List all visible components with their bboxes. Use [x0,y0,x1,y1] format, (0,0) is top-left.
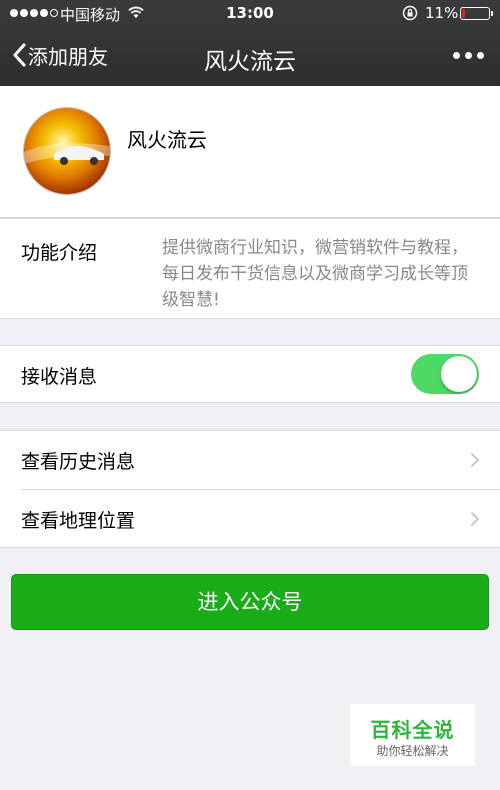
account-name: 风火流云 [127,128,207,152]
intro-section: 功能介绍 提供微商行业知识，微营销软件与教程，每日发布干货信息以及微商学习成长等… [0,218,500,319]
watermark: 百科全说 助你轻松解决 [350,704,475,766]
watermark-title: 百科全说 [370,718,455,742]
sports-car-icon [24,143,110,165]
rotation-lock-icon [402,5,418,21]
chevron-right-icon [471,512,479,526]
intro-text: 提供微商行业知识，微营销软件与教程，每日发布干货信息以及微商学习成长等顶级智慧! [162,238,468,310]
toggle-knob [441,356,477,392]
receive-messages-toggle[interactable] [411,354,479,394]
view-location-label: 查看地理位置 [21,510,136,532]
watermark-subtitle: 助你轻松解决 [376,744,449,758]
view-history-row[interactable]: 查看历史消息 [0,431,500,490]
avatar[interactable] [24,108,110,194]
more-dots-icon[interactable] [453,52,484,59]
intro-label: 功能介绍 [21,242,98,264]
page-title: 风火流云 [204,49,296,75]
battery-level [462,9,465,18]
battery-percent: 11% [425,4,459,22]
navigation-bar: 添加朋友 风火流云 [0,28,500,86]
status-bar: 中国移动 13:00 11% [0,0,500,28]
enter-official-account-button[interactable]: 进入公众号 [11,574,489,630]
receive-messages-row: 接收消息 [0,345,500,403]
links-section: 查看历史消息 查看地理位置 [0,430,500,548]
battery-icon [460,7,493,20]
chevron-right-icon [471,453,479,467]
view-history-label: 查看历史消息 [21,451,136,473]
profile-card [0,86,500,218]
top-bar: 中国移动 13:00 11% 添加朋友 风火流云 [0,0,500,86]
receive-messages-label: 接收消息 [21,366,98,388]
view-location-row[interactable]: 查看地理位置 [0,490,500,548]
